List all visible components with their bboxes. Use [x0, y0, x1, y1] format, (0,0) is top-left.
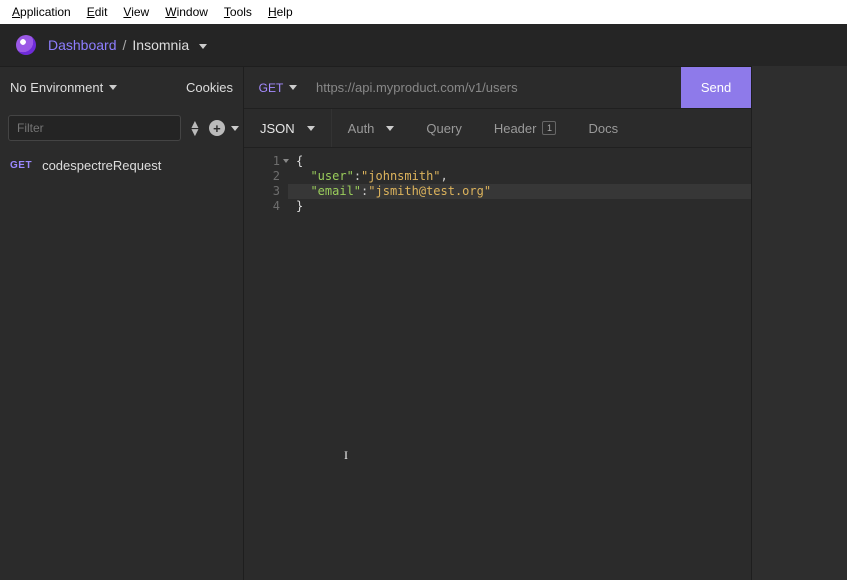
environment-dropdown[interactable]: No Environment: [10, 80, 117, 95]
code-brace: {: [296, 154, 303, 168]
sidebar: No Environment Cookies ▲▼ + GET codespec…: [0, 66, 244, 580]
cookies-button[interactable]: Cookies: [186, 80, 233, 95]
method-badge: GET: [10, 160, 32, 171]
tab-query-label: Query: [426, 121, 461, 136]
tab-header[interactable]: Header 1: [478, 109, 573, 147]
chevron-down-icon: [307, 126, 315, 131]
tab-body[interactable]: JSON: [244, 109, 332, 147]
menu-window[interactable]: Window: [157, 3, 216, 21]
editor-gutter: 1 2 3 4: [244, 148, 288, 580]
gutter-line: 1: [244, 154, 280, 169]
editor-code[interactable]: { "user":"johnsmith", "email":"jsmith@te…: [288, 148, 751, 580]
main-panel: GET https://api.myproduct.com/v1/users S…: [244, 66, 847, 580]
tab-docs-label: Docs: [588, 121, 618, 136]
code-string: "johnsmith": [361, 169, 440, 183]
sidebar-top-row: No Environment Cookies: [0, 66, 243, 108]
menu-edit[interactable]: Edit: [79, 3, 116, 21]
app-logo-icon: [16, 35, 36, 55]
menu-help[interactable]: Help: [260, 3, 301, 21]
body-editor[interactable]: 1 2 3 4 { "user":"johnsmith", "email":"j…: [244, 148, 751, 580]
app-header: Dashboard / Insomnia: [0, 24, 847, 66]
menu-application[interactable]: Application: [4, 3, 79, 21]
tab-auth-label: Auth: [348, 121, 375, 136]
tab-query[interactable]: Query: [410, 109, 477, 147]
chevron-down-icon: [386, 126, 394, 131]
tab-auth[interactable]: Auth: [332, 109, 411, 147]
code-key: "user": [310, 169, 353, 183]
url-input[interactable]: https://api.myproduct.com/v1/users: [312, 67, 681, 108]
text-cursor-icon: I: [344, 448, 345, 463]
workspace-dropdown[interactable]: Insomnia: [132, 37, 207, 53]
gutter-line: 3: [244, 184, 280, 199]
send-button[interactable]: Send: [681, 67, 751, 108]
tab-docs[interactable]: Docs: [572, 109, 634, 147]
sidebar-filter-row: ▲▼ +: [0, 108, 243, 148]
environment-label: No Environment: [10, 80, 103, 95]
request-tabs: JSON Auth Query Header 1 Docs: [244, 108, 751, 148]
tab-header-label: Header: [494, 121, 537, 136]
request-name: codespectreRequest: [42, 158, 161, 173]
method-label: GET: [259, 81, 284, 95]
chevron-down-icon: [289, 85, 297, 90]
code-string: "jsmith@test.org": [368, 184, 491, 198]
chevron-down-icon: [109, 85, 117, 90]
breadcrumb-dashboard[interactable]: Dashboard: [48, 37, 117, 53]
sort-icon[interactable]: ▲▼: [189, 120, 201, 136]
tab-body-label: JSON: [260, 121, 295, 136]
breadcrumb-sep: /: [123, 37, 127, 53]
workspace-name: Insomnia: [132, 37, 189, 53]
url-bar: GET https://api.myproduct.com/v1/users S…: [244, 66, 751, 108]
request-list-item[interactable]: GET codespectreRequest: [0, 148, 243, 182]
menu-view[interactable]: View: [115, 3, 157, 21]
add-request-dropdown[interactable]: +: [209, 120, 239, 136]
method-dropdown[interactable]: GET: [244, 67, 312, 108]
plus-circle-icon: +: [209, 120, 225, 136]
filter-input[interactable]: [8, 115, 181, 141]
code-brace: }: [296, 199, 303, 213]
response-panel: [752, 66, 847, 580]
header-count-badge: 1: [542, 121, 556, 135]
menu-tools[interactable]: Tools: [216, 3, 260, 21]
chevron-down-icon: [199, 44, 207, 49]
chevron-down-icon: [231, 126, 239, 131]
gutter-line: 2: [244, 169, 280, 184]
gutter-line: 4: [244, 199, 280, 214]
code-key: "email": [310, 184, 361, 198]
menubar: Application Edit View Window Tools Help: [0, 0, 847, 24]
